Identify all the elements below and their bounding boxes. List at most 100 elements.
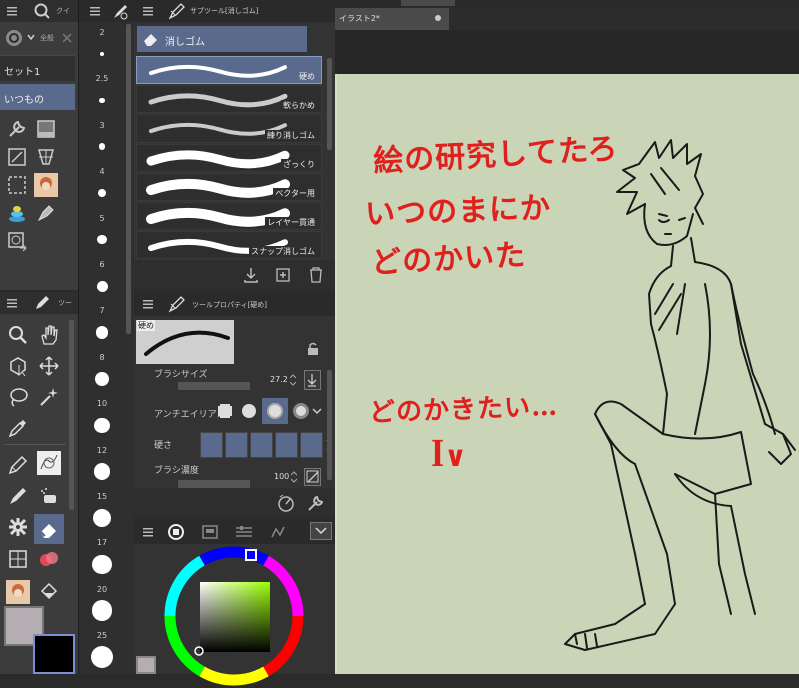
sub-tool-item[interactable]: 練り消しゴム: [136, 114, 322, 143]
antialias-none-option[interactable]: [214, 400, 236, 422]
operation-tool-icon[interactable]: [5, 353, 31, 379]
lock-icon[interactable]: [306, 342, 320, 356]
wrench-settings-icon[interactable]: [306, 493, 326, 513]
pencil-tab-icon[interactable]: [34, 295, 50, 311]
search-icon[interactable]: [4, 28, 26, 48]
brush-density-slider[interactable]: [178, 480, 250, 488]
transform-icon[interactable]: [33, 144, 59, 170]
color-set-tab-icon[interactable]: [200, 523, 220, 541]
antialias-weak-option[interactable]: [238, 400, 260, 422]
eyedropper-icon[interactable]: [5, 415, 31, 441]
tool-panel-tab-label[interactable]: ツー: [58, 298, 72, 308]
trash-icon[interactable]: [307, 266, 325, 284]
move-layer-icon[interactable]: [36, 353, 62, 379]
hardness-level-5[interactable]: [300, 432, 323, 458]
brush-size-slider[interactable]: [178, 382, 250, 390]
brush-size-scrollbar[interactable]: [126, 24, 131, 334]
tool-panel-scrollbar[interactable]: [69, 320, 74, 510]
sub-color-swatch[interactable]: [33, 634, 75, 674]
brush-size-item[interactable]: 17: [79, 536, 125, 582]
hamburger-menu-icon[interactable]: [142, 5, 154, 17]
brush-size-item[interactable]: 8: [79, 351, 125, 397]
brush-size-item[interactable]: 25: [79, 629, 125, 675]
stepper-arrows-icon[interactable]: [290, 374, 296, 386]
selected-set-item[interactable]: いつもの: [0, 84, 75, 110]
hamburger-menu-icon[interactable]: [6, 5, 18, 17]
add-subtool-icon[interactable]: [275, 266, 293, 284]
paint-bucket-icon[interactable]: [36, 579, 62, 605]
drawing-canvas[interactable]: 絵の研究してたろ いつのまにか どのかいた どのかきたい… ꟾ∨: [335, 74, 799, 674]
hardness-level-4[interactable]: [275, 432, 298, 458]
sub-tool-group-header[interactable]: 消しゴム: [137, 26, 307, 52]
airbrush-tool-icon[interactable]: [36, 483, 62, 509]
hardness-level-3[interactable]: [250, 432, 273, 458]
hamburger-menu-icon[interactable]: [6, 297, 18, 309]
canvas-tab[interactable]: イラスト2*: [335, 8, 449, 30]
brush-size-item[interactable]: 2.5: [79, 72, 125, 118]
sub-tool-item[interactable]: スナップ消しゴム: [136, 231, 322, 260]
color-wheel-tab-icon[interactable]: [166, 523, 186, 541]
brush-size-item[interactable]: 15: [79, 490, 125, 536]
chevron-down-icon[interactable]: [312, 406, 322, 416]
search-input[interactable]: 全般: [40, 33, 54, 43]
brush-density-value[interactable]: 100: [274, 472, 289, 481]
hamburger-menu-icon[interactable]: [142, 526, 154, 538]
brush-tool-icon[interactable]: [5, 483, 31, 509]
brush-density-dynamics-button[interactable]: [304, 468, 321, 486]
zoom-tool-icon[interactable]: [5, 322, 31, 348]
brush-size-value[interactable]: 27.2: [270, 375, 288, 384]
antialias-medium-option[interactable]: [262, 398, 288, 424]
antialias-strong-option[interactable]: [290, 400, 312, 422]
sub-tool-tab-icon[interactable]: [168, 2, 186, 20]
pen-tool-icon[interactable]: [5, 452, 31, 478]
material-thumbnail-icon[interactable]: [33, 172, 59, 198]
decoration-gear-icon[interactable]: [5, 514, 31, 540]
color-panel-chevron-icon[interactable]: [310, 522, 332, 540]
layer-stack-icon[interactable]: [4, 200, 30, 226]
reset-dial-icon[interactable]: [276, 493, 296, 513]
color-mix-tab-icon[interactable]: [268, 523, 288, 541]
character-material-thumbnail-icon[interactable]: [5, 579, 31, 605]
sub-tool-tab-label[interactable]: サブツール[消しゴム]: [190, 6, 258, 16]
wrench-icon[interactable]: [4, 116, 30, 142]
ruler-icon[interactable]: [4, 144, 30, 170]
sub-tool-scrollbar[interactable]: [327, 58, 332, 150]
sub-tool-item[interactable]: ざっくり: [136, 143, 322, 172]
auto-select-wand-icon[interactable]: [36, 384, 62, 410]
eraser-tool-button[interactable]: [34, 514, 64, 544]
lasso-selection-icon[interactable]: [5, 384, 31, 410]
set-dropdown[interactable]: セット1: [0, 55, 75, 81]
tool-property-scrollbar[interactable]: [327, 370, 332, 480]
fill-tool-icon[interactable]: [5, 546, 31, 572]
sub-tool-item[interactable]: 硬め: [136, 56, 322, 85]
quick-access-tab-label[interactable]: クイ: [56, 6, 70, 16]
sub-tool-item[interactable]: 軟らかめ: [136, 85, 322, 114]
mini-color-swatch[interactable]: [136, 656, 156, 674]
brush-size-item[interactable]: 10: [79, 397, 125, 443]
pencil-material-thumbnail-icon[interactable]: [36, 450, 62, 476]
selection-icon[interactable]: [4, 172, 30, 198]
sub-tool-item[interactable]: レイヤー貫通: [136, 202, 322, 231]
color-slider-tab-icon[interactable]: [234, 523, 254, 541]
close-icon[interactable]: [62, 33, 72, 43]
blend-tool-icon[interactable]: [36, 546, 62, 572]
brush-size-tab-icon[interactable]: [111, 3, 129, 21]
brush-size-item[interactable]: 20: [79, 583, 125, 629]
brush-size-item[interactable]: 3: [79, 119, 125, 165]
chevron-down-icon[interactable]: [27, 33, 35, 41]
brush-size-item[interactable]: 6: [79, 258, 125, 304]
quick-access-tab-icon[interactable]: [33, 2, 51, 20]
pen-icon[interactable]: [33, 200, 59, 226]
sub-tool-item[interactable]: ベクター用: [136, 172, 322, 201]
screen-capture-icon[interactable]: [4, 228, 30, 254]
hardness-level-1[interactable]: [200, 432, 223, 458]
tool-property-tab-label[interactable]: ツールプロパティ[硬め]: [192, 300, 267, 310]
hamburger-menu-icon[interactable]: [89, 5, 101, 17]
hand-tool-icon[interactable]: [36, 322, 62, 348]
canvas-icon[interactable]: [33, 116, 59, 142]
hamburger-menu-icon[interactable]: [142, 298, 154, 310]
brush-size-dynamics-button[interactable]: [304, 370, 321, 390]
brush-size-item[interactable]: 2: [79, 26, 125, 72]
hardness-level-2[interactable]: [225, 432, 248, 458]
brush-size-item[interactable]: 5: [79, 212, 125, 258]
